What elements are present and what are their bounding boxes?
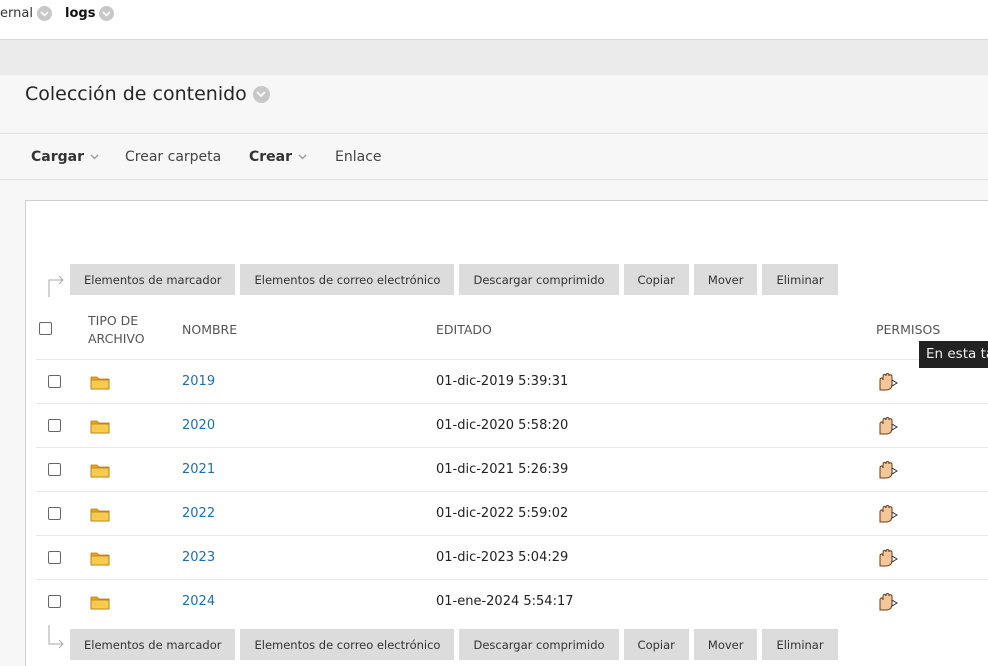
edited-date: 01-dic-2023 5:04:29 [436,550,569,565]
edited-date: 01-ene-2024 5:54:17 [436,594,574,609]
header-band [0,40,988,75]
move-button[interactable]: Mover [693,629,758,660]
hand-permissions-icon[interactable] [876,592,900,616]
breadcrumb-label[interactable]: ernal [0,6,33,21]
item-name-link[interactable]: 2021 [182,462,215,477]
toolbar-bottom: Elementos de marcador Elementos de corre… [70,629,838,660]
link-button[interactable]: Enlace [335,149,382,165]
folder-icon [90,462,110,482]
upload-menu[interactable]: Cargar [31,149,99,165]
chevron-down-icon[interactable] [99,6,115,21]
column-header-name[interactable]: NOMBRE [182,321,237,339]
action-bar: Cargar Crear carpeta Crear Enlace [0,133,988,180]
select-all-checkbox[interactable] [39,322,52,335]
folder-icon [90,418,110,438]
hand-permissions-icon[interactable] [876,460,900,484]
bookmark-items-button[interactable]: Elementos de marcador [70,629,236,660]
folder-icon [90,506,110,526]
create-folder-button[interactable]: Crear carpeta [125,149,221,165]
bookmark-items-button[interactable]: Elementos de marcador [70,264,236,295]
row-checkbox[interactable] [48,375,61,388]
copy-button[interactable]: Copiar [623,629,689,660]
page-title-group: Colección de contenido [25,83,270,105]
edited-date: 01-dic-2021 5:26:39 [436,462,569,477]
edited-date: 01-dic-2022 5:59:02 [436,506,569,521]
breadcrumb-item-parent[interactable]: ernal [0,6,52,21]
item-name-link[interactable]: 2022 [182,506,215,521]
hand-permissions-icon[interactable] [876,548,900,572]
download-zip-button[interactable]: Descargar comprimido [459,264,619,295]
row-checkbox[interactable] [48,419,61,432]
row-checkbox[interactable] [48,507,61,520]
breadcrumb-label[interactable]: logs [65,6,95,21]
link-label[interactable]: Enlace [335,149,382,165]
email-items-button[interactable]: Elementos de correo electrónico [240,264,455,295]
item-name-link[interactable]: 2024 [182,594,215,609]
edited-date: 01-dic-2019 5:39:31 [436,374,569,389]
connector-arrow-icon [48,625,64,649]
email-items-button[interactable]: Elementos de correo electrónico [240,629,455,660]
item-name-link[interactable]: 2023 [182,550,215,565]
folder-icon [90,374,110,394]
table-row: 2019 01-dic-2019 5:39:31 [36,359,988,403]
hand-permissions-icon[interactable] [876,416,900,440]
page-title: Colección de contenido [25,83,247,105]
delete-button[interactable]: Eliminar [762,629,838,660]
breadcrumb-item-current[interactable]: logs [65,6,115,21]
create-menu[interactable]: Crear [249,149,307,165]
row-checkbox[interactable] [48,595,61,608]
chevron-down-icon[interactable] [252,85,270,103]
row-checkbox[interactable] [48,463,61,476]
create-label[interactable]: Crear [249,149,292,165]
table-row: 2022 01-dic-2022 5:59:02 [36,491,988,535]
column-header-type-line1: TIPO DE [88,313,139,328]
edited-date: 01-dic-2020 5:58:20 [436,418,569,433]
column-header-type[interactable]: TIPO DE ARCHIVO [88,312,145,348]
hand-permissions-icon[interactable] [876,372,900,396]
tooltip: En esta ta [919,341,988,368]
copy-button[interactable]: Copiar [623,264,689,295]
hand-permissions-icon[interactable] [876,504,900,528]
table-row: 2020 01-dic-2020 5:58:20 [36,403,988,447]
table-row: 2023 01-dic-2023 5:04:29 [36,535,988,579]
chevron-down-icon[interactable] [298,154,307,160]
delete-button[interactable]: Eliminar [762,264,838,295]
toolbar-top: Elementos de marcador Elementos de corre… [70,264,838,295]
chevron-down-icon[interactable] [90,154,99,160]
column-header-type-line2: ARCHIVO [88,331,145,346]
item-name-link[interactable]: 2019 [182,374,215,389]
item-name-link[interactable]: 2020 [182,418,215,433]
move-button[interactable]: Mover [693,264,758,295]
table-row: 2024 01-ene-2024 5:54:17 [36,579,988,623]
column-header-edited[interactable]: EDITADO [436,321,492,339]
row-checkbox[interactable] [48,551,61,564]
create-folder-label[interactable]: Crear carpeta [125,149,221,165]
folder-icon [90,550,110,570]
chevron-down-icon[interactable] [36,6,52,21]
download-zip-button[interactable]: Descargar comprimido [459,629,619,660]
breadcrumb: ernal logs [0,0,988,40]
folder-icon [90,594,110,614]
column-header-permissions[interactable]: PERMISOS [876,321,940,339]
table-row: 2021 01-dic-2021 5:26:39 [36,447,988,491]
connector-arrow-icon [48,275,64,297]
upload-label[interactable]: Cargar [31,149,84,165]
